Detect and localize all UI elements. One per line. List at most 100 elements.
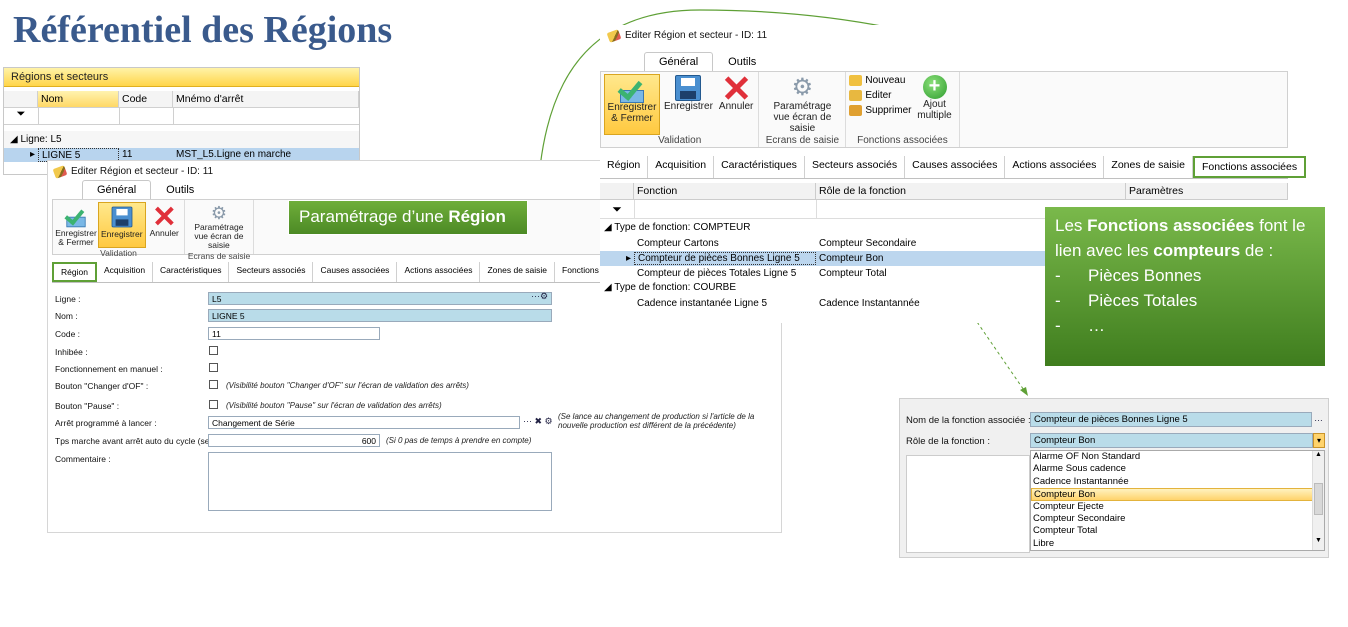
banner-fonctions: Les Fonctions associées font le lien ave…	[1045, 207, 1325, 366]
scroll-down-icon[interactable]: ▼	[1313, 537, 1324, 544]
top-tabs: Général Outils	[600, 52, 1288, 72]
ribbon-group-fonctions: Nouveau Editer Supprimer + Ajout multipl…	[846, 72, 960, 147]
tab-causes[interactable]: Causes associées	[313, 262, 398, 282]
cancel-button[interactable]: Annuler	[148, 202, 181, 248]
nom-field[interactable]: LIGNE 5	[208, 309, 552, 322]
folder-delete-icon	[849, 105, 863, 117]
nouveau-button[interactable]: Nouveau	[849, 75, 911, 86]
tab-secteurs[interactable]: Secteurs associés	[805, 156, 906, 178]
col-role[interactable]: Rôle de la fonction	[816, 183, 1126, 199]
tab-caracteristiques[interactable]: Caractéristiques	[714, 156, 805, 178]
page-title: Référentiel des Régions	[13, 9, 393, 51]
editer-button[interactable]: Editer	[849, 90, 911, 101]
inhibee-label: Inhibée :	[55, 347, 88, 357]
collapse-icon[interactable]: ◢	[604, 222, 614, 233]
list-item[interactable]: Alarme OF Non Standard	[1031, 451, 1313, 463]
list-item[interactable]: Compteur Ejecte	[1031, 501, 1313, 513]
tab-causes[interactable]: Causes associées	[905, 156, 1006, 178]
scroll-thumb[interactable]	[1314, 483, 1323, 515]
tab-actions[interactable]: Actions associées	[1005, 156, 1105, 178]
ligne-label: Ligne :	[55, 294, 81, 304]
tab-outils[interactable]: Outils	[713, 52, 771, 71]
list-item[interactable]: Compteur Bon	[1031, 488, 1313, 501]
pencil-icon	[606, 28, 622, 43]
col-mnemo[interactable]: Mnémo d'arrêt	[173, 91, 359, 107]
ligne-lookup-icon[interactable]: ···⚙	[531, 291, 548, 302]
collapse-icon[interactable]: ◢	[604, 282, 614, 293]
save-icon	[675, 75, 702, 101]
group-row[interactable]: ◢ Ligne: L5	[4, 131, 359, 148]
inhibee-checkbox[interactable]	[209, 346, 218, 355]
row-pointer-icon: ▸	[29, 149, 35, 160]
tps-field[interactable]: 600	[208, 434, 380, 447]
tab-general[interactable]: Général	[82, 180, 152, 199]
tab-caracteristiques[interactable]: Caractéristiques	[153, 262, 230, 282]
list-item[interactable]: Compteur Secondaire	[1031, 513, 1313, 525]
role-select[interactable]: Compteur Bon	[1030, 433, 1313, 448]
tab-acquisition[interactable]: Acquisition	[97, 262, 154, 282]
filter-mnemo-input[interactable]	[173, 108, 359, 124]
comment-textarea[interactable]	[208, 452, 552, 511]
filter-icon[interactable]: ⏷	[4, 108, 38, 124]
arret-lookup-icon[interactable]: ··· ✖ ⚙	[523, 416, 553, 427]
changer-of-label: Bouton "Changer d'OF" :	[55, 381, 149, 391]
nom-fonction-field[interactable]: Compteur de pièces Bonnes Ligne 5	[1030, 412, 1312, 427]
list-item[interactable]: Compteur Total	[1031, 525, 1313, 537]
filter-code-input[interactable]	[119, 108, 173, 124]
tab-fonctions[interactable]: Fonctions associées	[1192, 156, 1307, 178]
manuel-checkbox[interactable]	[209, 363, 218, 372]
changer-of-hint: (Visibilité bouton "Changer d'OF" sur l'…	[226, 381, 469, 390]
filter-icon[interactable]: ⏷	[600, 202, 634, 217]
ribbon-group-ecrans: ⚙ Paramétrage vue écran de saisie Ecrans…	[759, 72, 847, 147]
list-item[interactable]: Libre	[1031, 538, 1313, 550]
role-fonction-label: Rôle de la fonction :	[906, 436, 990, 447]
save-close-button[interactable]: Enregistrer & Fermer	[604, 74, 660, 135]
pause-checkbox[interactable]	[209, 400, 218, 409]
tab-zones[interactable]: Zones de saisie	[1104, 156, 1193, 178]
list-item[interactable]: Cadence Instantannée	[1031, 476, 1313, 488]
group-label-validation: Validation	[658, 135, 702, 146]
ribbon-group-ecrans: ⚙ Paramétrage vue écran de saisie Ecrans…	[185, 200, 255, 261]
regions-filter-row: ⏷	[4, 108, 359, 125]
col-parametres[interactable]: Paramètres	[1126, 183, 1288, 199]
code-field[interactable]: 11	[208, 327, 380, 340]
filter-fonction-input[interactable]	[634, 200, 816, 218]
changer-of-checkbox[interactable]	[209, 380, 218, 389]
save-button[interactable]: Enregistrer	[98, 202, 146, 248]
tab-zones[interactable]: Zones de saisie	[480, 262, 556, 282]
group-label-ecrans: Ecrans de saisie	[187, 251, 251, 261]
tab-secteurs[interactable]: Secteurs associés	[229, 262, 314, 282]
arret-hint: (Se lance au changement de production si…	[558, 412, 755, 430]
arret-field[interactable]: Changement de Série	[208, 416, 520, 429]
col-nom[interactable]: Nom	[38, 91, 119, 107]
tab-region[interactable]: Région	[52, 262, 97, 282]
param-screen-button[interactable]: ⚙ Paramétrage vue écran de saisie	[188, 202, 250, 251]
nom-lookup-icon[interactable]: …	[1314, 413, 1323, 423]
save-button[interactable]: Enregistrer	[662, 74, 715, 135]
comment-area[interactable]	[906, 455, 1030, 553]
list-item[interactable]: Alarme Sous cadence	[1031, 463, 1313, 475]
tab-actions[interactable]: Actions associées	[397, 262, 481, 282]
group-label-fonctions: Fonctions associées	[857, 135, 948, 146]
folder-edit-icon	[849, 90, 863, 102]
sub-tabs: Région Acquisition Caractéristiques Sect…	[600, 156, 1307, 179]
filter-nom-input[interactable]	[38, 108, 119, 124]
ligne-field[interactable]: L5	[208, 292, 552, 305]
chevron-down-icon[interactable]: ▾	[1313, 433, 1325, 448]
tps-label: Tps marche avant arrêt auto du cycle (se…	[55, 436, 222, 446]
scrollbar[interactable]: ▲ ▼	[1312, 451, 1324, 550]
cancel-button[interactable]: Annuler	[717, 74, 755, 135]
scroll-up-icon[interactable]: ▲	[1313, 451, 1324, 458]
tab-acquisition[interactable]: Acquisition	[648, 156, 715, 178]
col-code[interactable]: Code	[119, 91, 173, 107]
tab-outils[interactable]: Outils	[151, 180, 209, 199]
save-close-button[interactable]: Enregistrer & Fermer	[55, 202, 97, 248]
tab-region[interactable]: Région	[600, 156, 649, 178]
ajout-multiple-button[interactable]: + Ajout multiple	[914, 74, 956, 122]
pencil-icon	[52, 164, 68, 179]
param-screen-button[interactable]: ⚙ Paramétrage vue écran de saisie	[762, 74, 842, 135]
supprimer-button[interactable]: Supprimer	[849, 105, 912, 117]
tab-general[interactable]: Général	[644, 52, 714, 71]
collapse-icon[interactable]: ◢	[10, 134, 20, 145]
col-fonction[interactable]: Fonction	[634, 183, 816, 199]
